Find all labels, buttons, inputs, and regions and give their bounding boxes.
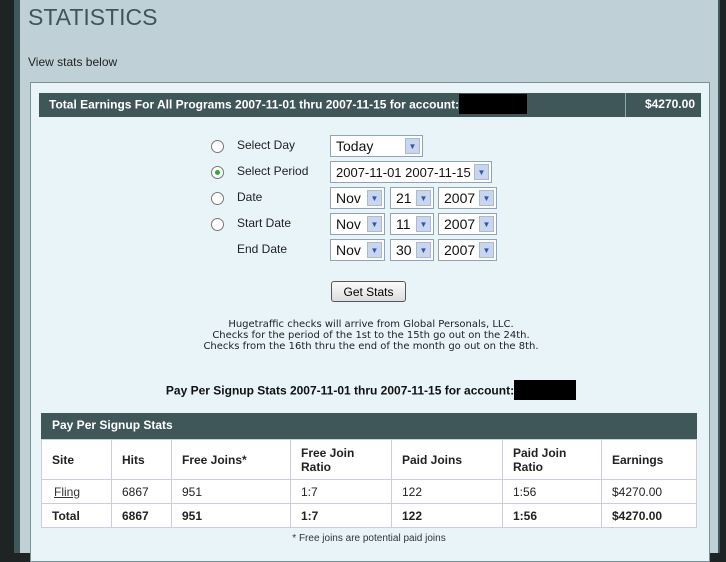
end-month-value: Nov [336, 242, 361, 258]
end-date-row: End Date Nov ▼ 30 ▼ 2007 ▼ [201, 239, 521, 261]
chevron-down-icon: ▼ [367, 216, 382, 232]
page-subtitle: View stats below [28, 55, 118, 69]
chevron-down-icon: ▼ [367, 190, 382, 206]
end-day-value: 30 [396, 242, 412, 258]
select-day-value: Today [336, 138, 374, 154]
total-label: Total [41, 503, 112, 528]
date-radio[interactable] [211, 192, 224, 205]
date-day-value: 21 [396, 190, 412, 206]
column-header: Paid Joins [391, 439, 503, 480]
column-header: Hits [111, 439, 172, 480]
column-header: Site [41, 439, 112, 480]
note-line: Hugetraffic checks will arrive from Glob… [228, 319, 514, 330]
date-year-value: 2007 [444, 190, 476, 206]
site-cell: Fling [41, 479, 112, 504]
chevron-down-icon: ▼ [479, 242, 494, 258]
end-date-label: End Date [237, 242, 288, 256]
column-header: Free Joins* [171, 439, 291, 480]
start-day-select[interactable]: 11 ▼ [390, 213, 434, 235]
select-period-row: Select Period 2007-11-01 2007-11-15 ▼ [201, 161, 521, 183]
date-day-select[interactable]: 21 ▼ [390, 187, 434, 209]
date-month-value: Nov [336, 190, 361, 206]
start-day-value: 11 [396, 216, 411, 232]
redacted-account [459, 94, 528, 114]
date-row: Date Nov ▼ 21 ▼ 2007 ▼ [201, 187, 521, 209]
total-earnings-amount: $4270.00 [625, 93, 701, 117]
total-paid-join-ratio: 1:56 [502, 503, 602, 528]
column-header: Paid Join Ratio [502, 439, 602, 480]
stats-panel: Total Earnings For All Programs 2007-11-… [30, 82, 710, 562]
start-date-label: Start Date [237, 216, 292, 230]
chevron-down-icon: ▼ [474, 164, 489, 180]
chevron-down-icon: ▼ [416, 242, 431, 258]
date-label: Date [237, 190, 263, 204]
start-year-value: 2007 [444, 216, 476, 232]
total-free-joins: 951 [171, 503, 291, 528]
site-link-fling[interactable]: Fling [54, 485, 80, 499]
total-hits: 6867 [111, 503, 172, 528]
start-month-select[interactable]: Nov ▼ [330, 213, 385, 235]
select-day-radio[interactable] [211, 140, 224, 153]
total-row: Total 6867 951 1:7 122 1:56 $4270.00 [41, 503, 697, 528]
footnote: * Free joins are potential paid joins [292, 533, 446, 544]
redacted-account [514, 380, 577, 400]
total-paid-joins: 122 [391, 503, 503, 528]
earnings-cell: $4270.00 [601, 479, 697, 504]
paid-join-ratio-cell: 1:56 [502, 479, 602, 504]
end-year-select[interactable]: 2007 ▼ [438, 239, 497, 261]
hits-cell: 6867 [111, 479, 172, 504]
start-date-row: Start Date Nov ▼ 11 ▼ 2007 ▼ [201, 213, 521, 235]
get-stats-button[interactable]: Get Stats [331, 281, 406, 302]
payment-notes: Hugetraffic checks will arrive from Glob… [31, 319, 711, 352]
table-header-row: Site Hits Free Joins* Free Join Ratio Pa… [41, 439, 697, 480]
note-line: Checks from the 16th thru the end of the… [203, 341, 539, 352]
note-line: Checks for the period of the 1st to the … [212, 330, 530, 341]
column-header: Earnings [601, 439, 697, 480]
select-period-value: 2007-11-01 2007-11-15 [336, 165, 471, 180]
pps-table-container: Pay Per Signup Stats Site Hits Free Join… [41, 413, 697, 544]
end-year-value: 2007 [444, 242, 476, 258]
chevron-down-icon: ▼ [416, 216, 431, 232]
pps-table: Site Hits Free Joins* Free Join Ratio Pa… [41, 439, 697, 528]
table-row: Fling 6867 951 1:7 122 1:56 $4270.00 [41, 479, 697, 504]
chevron-down-icon: ▼ [479, 190, 494, 206]
free-join-ratio-cell: 1:7 [290, 479, 392, 504]
total-earnings: $4270.00 [601, 503, 697, 528]
column-header: Free Join Ratio [290, 439, 392, 480]
select-period-radio[interactable] [211, 166, 224, 179]
select-day-dropdown[interactable]: Today ▼ [330, 135, 423, 157]
end-month-select[interactable]: Nov ▼ [330, 239, 385, 261]
chevron-down-icon: ▼ [367, 242, 382, 258]
total-earnings-bar: Total Earnings For All Programs 2007-11-… [39, 93, 701, 117]
start-month-value: Nov [336, 216, 361, 232]
select-period-label: Select Period [237, 164, 309, 178]
pps-heading: Pay Per Signup Stats 2007-11-01 thru 200… [31, 380, 711, 400]
select-day-label: Select Day [237, 138, 296, 152]
date-month-select[interactable]: Nov ▼ [330, 187, 385, 209]
main-content: STATISTICS View stats below Total Earnin… [20, 0, 718, 562]
chevron-down-icon: ▼ [405, 138, 420, 154]
chevron-down-icon: ▼ [416, 190, 431, 206]
start-year-select[interactable]: 2007 ▼ [438, 213, 497, 235]
chevron-down-icon: ▼ [479, 216, 494, 232]
pps-table-title: Pay Per Signup Stats [41, 413, 697, 439]
free-joins-cell: 951 [171, 479, 291, 504]
paid-joins-cell: 122 [391, 479, 503, 504]
date-year-select[interactable]: 2007 ▼ [438, 187, 497, 209]
total-earnings-label: Total Earnings For All Programs 2007-11-… [49, 97, 460, 112]
pps-heading-text: Pay Per Signup Stats 2007-11-01 thru 200… [165, 383, 515, 398]
page-title: STATISTICS [28, 4, 158, 30]
select-day-row: Select Day Today ▼ [201, 135, 521, 157]
select-period-dropdown[interactable]: 2007-11-01 2007-11-15 ▼ [330, 161, 492, 183]
end-day-select[interactable]: 30 ▼ [390, 239, 434, 261]
total-free-join-ratio: 1:7 [290, 503, 392, 528]
start-date-radio[interactable] [211, 218, 224, 231]
